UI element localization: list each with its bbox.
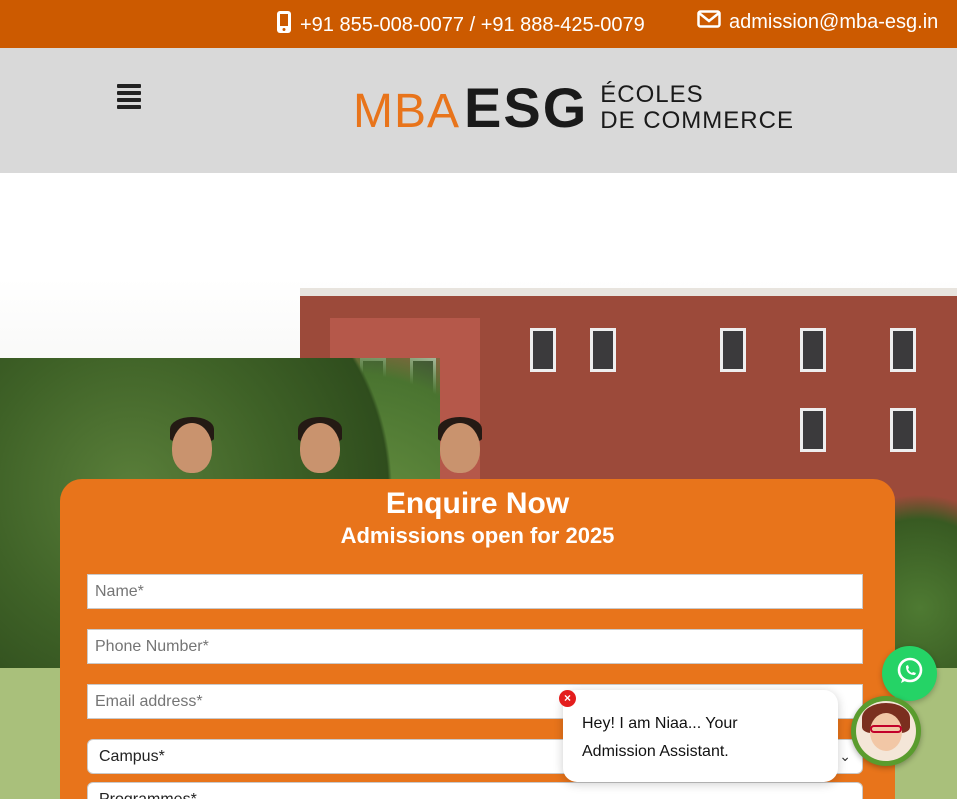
- email-text[interactable]: admission@mba-esg.in: [729, 11, 938, 34]
- hamburger-menu-icon[interactable]: [117, 84, 141, 110]
- contact-bar: +91 855-008-0077 / +91 888-425-0079 admi…: [0, 0, 957, 48]
- phone-contact[interactable]: +91 855-008-0077 / +91 888-425-0079: [276, 10, 645, 40]
- logo-tagline: ÉCOLES DE COMMERCE: [600, 82, 794, 136]
- site-logo[interactable]: MBA ESG ÉCOLES DE COMMERCE: [353, 80, 794, 136]
- whatsapp-icon: [895, 656, 925, 691]
- whatsapp-button[interactable]: [882, 646, 937, 701]
- chat-message-line1: Hey! I am Niaa... Your: [582, 715, 738, 732]
- form-title: Enquire Now: [385, 487, 570, 520]
- chevron-down-icon: ⌄: [839, 791, 851, 799]
- name-input[interactable]: [87, 574, 863, 609]
- logo-tagline-line1: ÉCOLES: [600, 81, 704, 108]
- programmes-select-label: Programmes*: [99, 790, 197, 799]
- chat-message-line2: Admission Assistant.: [582, 743, 729, 760]
- logo-tagline-line2: DE COMMERCE: [600, 107, 794, 134]
- site-header: MBA ESG ÉCOLES DE COMMERCE: [0, 48, 957, 173]
- phone-input[interactable]: [87, 629, 863, 664]
- envelope-icon: [697, 10, 721, 34]
- form-subtitle: Admissions open for 2025: [340, 523, 615, 548]
- chevron-down-icon: ⌄: [839, 748, 851, 764]
- chat-assistant-avatar[interactable]: [851, 696, 921, 766]
- email-contact[interactable]: admission@mba-esg.in: [697, 10, 938, 34]
- chat-close-icon[interactable]: ×: [559, 690, 576, 707]
- logo-esg: ESG: [464, 76, 589, 139]
- phone-icon: [276, 10, 292, 40]
- logo-mba: MBA: [353, 85, 461, 138]
- campus-select-label: Campus*: [99, 747, 165, 765]
- chat-greeting-bubble[interactable]: Hey! I am Niaa... Your Admission Assista…: [563, 690, 838, 782]
- phone-text[interactable]: +91 855-008-0077 / +91 888-425-0079: [300, 14, 645, 37]
- programmes-select[interactable]: Programmes* ⌄: [87, 782, 863, 799]
